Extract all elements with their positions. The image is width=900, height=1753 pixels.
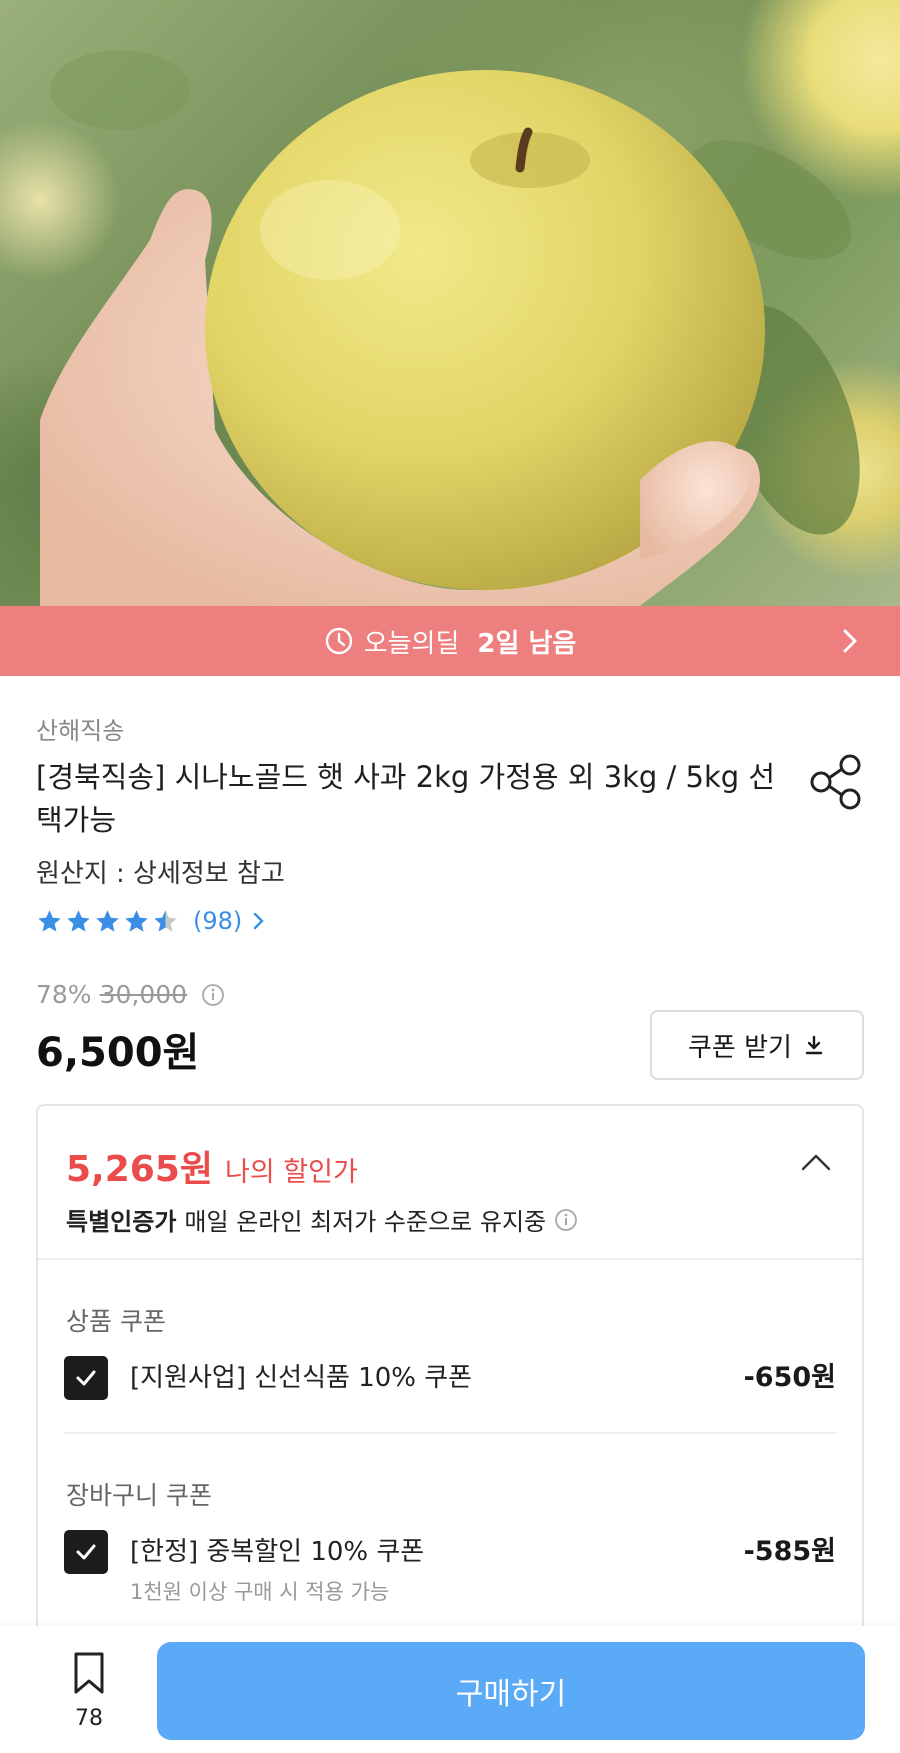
rating-row[interactable]: (98) bbox=[36, 907, 266, 935]
chevron-up-icon[interactable] bbox=[800, 1152, 832, 1172]
buy-button[interactable]: 구매하기 bbox=[157, 1642, 865, 1740]
coupon-name: [지원사업] 신선식품 10% 쿠폰 bbox=[130, 1363, 473, 1393]
get-coupon-button[interactable]: 쿠폰 받기 bbox=[650, 1010, 864, 1080]
divider bbox=[64, 1432, 836, 1434]
product-image[interactable] bbox=[0, 0, 900, 606]
chevron-right-icon bbox=[843, 629, 857, 653]
my-discount-price: 5,265원 나의 할인가 bbox=[66, 1140, 358, 1192]
special-price-label: 특별인증가 bbox=[66, 1208, 177, 1236]
coupon-checkbox[interactable] bbox=[64, 1356, 108, 1400]
my-discount-label: 나의 할인가 bbox=[225, 1157, 358, 1188]
chevron-right-icon bbox=[254, 912, 264, 930]
deal-remaining: 2일 남음 bbox=[477, 628, 577, 659]
coupon-item[interactable]: [지원사업] 신선식품 10% 쿠폰 -650원 bbox=[64, 1356, 836, 1400]
special-price-text: 매일 온라인 최저가 수준으로 유지중 bbox=[184, 1208, 547, 1236]
star-full-icon bbox=[125, 909, 148, 932]
coupon-item[interactable]: [한정] 중복할인 10% 쿠폰 1천원 이상 구매 시 적용 가능 -585원 bbox=[64, 1530, 836, 1606]
product-coupon-group-label: 상품 쿠폰 bbox=[66, 1307, 166, 1336]
info-icon[interactable] bbox=[554, 1208, 578, 1232]
star-full-icon bbox=[38, 909, 61, 932]
get-coupon-label: 쿠폰 받기 bbox=[688, 1032, 792, 1063]
special-price-note: 특별인증가 매일 온라인 최저가 수준으로 유지중 bbox=[66, 1202, 578, 1237]
coupon-discount: -650원 bbox=[743, 1362, 836, 1393]
deal-label: 오늘의딜 bbox=[363, 628, 460, 659]
review-count[interactable]: (98) bbox=[193, 907, 242, 935]
product-title: [경북직송] 시나노골드 햇 사과 2kg 가정용 외 3kg / 5kg 선택… bbox=[36, 760, 776, 837]
clock-icon bbox=[325, 627, 352, 655]
original-price-row: 78% 30,000 bbox=[36, 980, 225, 1009]
star-full-icon bbox=[96, 909, 119, 932]
star-half-icon bbox=[154, 909, 177, 932]
discount-rate: 78% bbox=[36, 980, 92, 1009]
star-full-icon bbox=[67, 909, 90, 932]
sale-price: 6,500원 bbox=[36, 1030, 200, 1076]
coupon-name: [한정] 중복할인 10% 쿠폰 bbox=[130, 1537, 425, 1567]
share-icon[interactable] bbox=[808, 752, 864, 812]
download-icon bbox=[805, 1035, 823, 1055]
origin-info: 원산지 : 상세정보 참고 bbox=[36, 859, 285, 889]
check-icon bbox=[76, 1370, 96, 1386]
apple-photo bbox=[40, 50, 860, 606]
bookmark-count: 78 bbox=[75, 1706, 103, 1731]
divider bbox=[38, 1258, 862, 1260]
original-price: 30,000 bbox=[99, 980, 188, 1009]
bookmark-icon bbox=[74, 1652, 104, 1694]
check-icon bbox=[76, 1544, 96, 1560]
today-deal-banner[interactable]: 오늘의딜 2일 남음 bbox=[0, 606, 900, 676]
cart-coupon-group-label: 장바구니 쿠폰 bbox=[66, 1481, 212, 1510]
bookmark-button[interactable]: 78 bbox=[58, 1650, 120, 1740]
bottom-action-bar: 78 구매하기 bbox=[0, 1626, 900, 1753]
coupon-checkbox[interactable] bbox=[64, 1530, 108, 1574]
coupon-discount: -585원 bbox=[743, 1536, 836, 1567]
my-discount-amount: 5,265원 bbox=[66, 1149, 213, 1190]
info-icon[interactable] bbox=[201, 983, 225, 1007]
coupon-condition: 1천원 이상 구매 시 적용 가능 bbox=[130, 1580, 390, 1604]
seller-name[interactable]: 산해직송 bbox=[36, 711, 124, 746]
